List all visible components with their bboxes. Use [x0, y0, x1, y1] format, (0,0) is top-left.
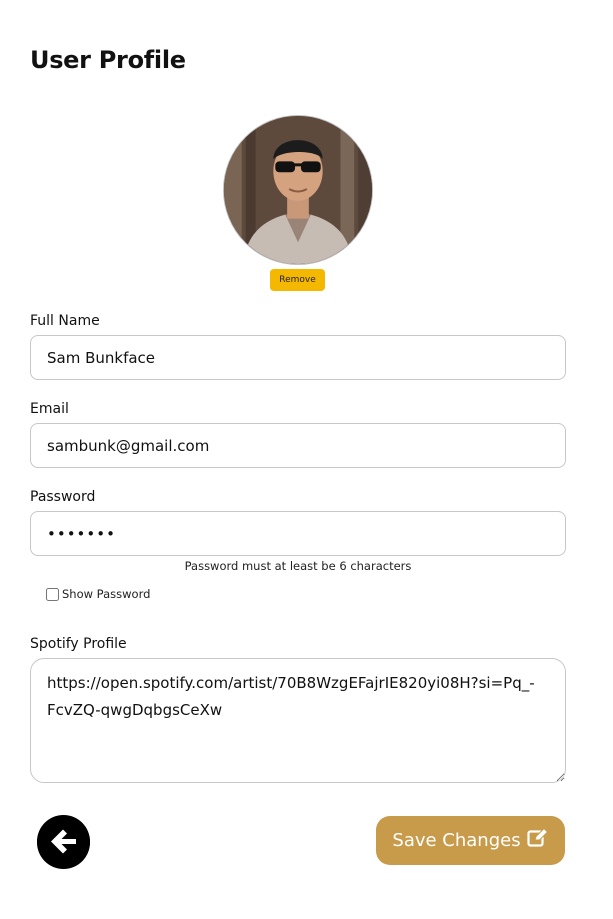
email-label: Email	[30, 401, 69, 417]
page-title: User Profile	[30, 46, 186, 74]
show-password-label: Show Password	[62, 587, 151, 601]
arrow-left-circle-icon	[37, 814, 90, 871]
remove-photo-button[interactable]: Remove	[270, 269, 325, 291]
back-button[interactable]	[37, 814, 90, 871]
avatar-photo	[224, 116, 372, 264]
user-profile-page: User Profile Remove Full Name Email Pass…	[0, 0, 613, 919]
full-name-input[interactable]	[30, 335, 566, 380]
full-name-label: Full Name	[30, 313, 100, 329]
password-input[interactable]	[30, 511, 566, 556]
spotify-profile-label: Spotify Profile	[30, 636, 127, 652]
save-changes-label: Save Changes	[392, 830, 521, 851]
email-input[interactable]	[30, 423, 566, 468]
avatar	[223, 115, 373, 265]
edit-icon	[526, 827, 549, 853]
show-password-toggle: Show Password	[46, 587, 150, 601]
show-password-checkbox[interactable]	[46, 587, 59, 601]
save-changes-button[interactable]: Save Changes	[376, 816, 565, 865]
spotify-profile-textarea[interactable]: https://open.spotify.com/artist/70B8WzgE…	[30, 658, 566, 783]
password-label: Password	[30, 489, 96, 505]
password-helper-text: Password must at least be 6 characters	[184, 559, 412, 573]
